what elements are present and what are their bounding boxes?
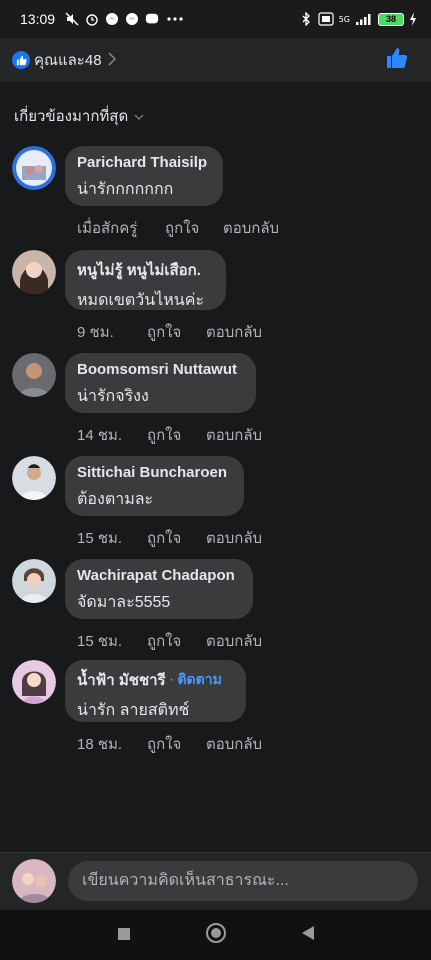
reply-action[interactable]: ตอบกลับ <box>206 629 262 653</box>
reply-action[interactable]: ตอบกลับ <box>206 732 262 756</box>
battery-indicator: 38 <box>378 12 404 26</box>
comment-text: น่ารักกกกกกก <box>77 181 174 198</box>
sort-label: เกี่ยวข้องมากที่สุด <box>14 108 129 125</box>
line-app-icon <box>145 12 159 26</box>
signal-icon <box>355 12 373 26</box>
reactions-header: คุณและ48 <box>0 38 431 82</box>
chevron-down-icon <box>134 108 144 125</box>
comment-text: ต้องตามละ <box>77 491 154 508</box>
home-button[interactable] <box>205 922 227 948</box>
comment-text: หมดเขตวันไหนค่ะ <box>77 292 205 309</box>
reply-action[interactable]: ตอบกลับ <box>206 423 262 447</box>
avatar[interactable] <box>12 859 56 903</box>
avatar[interactable] <box>12 660 56 704</box>
comment-bubble[interactable]: Parichard Thaisilp น่ารักกกกกกก <box>65 146 223 206</box>
reply-action[interactable]: ตอบกลับ <box>223 216 279 240</box>
comment-actions: เมื่อสักครู่ ถูกใจ ตอบกลับ <box>77 216 279 240</box>
like-badge-icon <box>12 51 30 69</box>
reply-action[interactable]: ตอบกลับ <box>206 320 262 344</box>
like-action[interactable]: ถูกใจ <box>165 216 223 240</box>
more-notifications-icon <box>165 12 185 26</box>
comment-actions: 15 ชม. ถูกใจ ตอบกลับ <box>77 526 262 550</box>
avatar[interactable] <box>12 353 56 397</box>
comment-bubble[interactable]: Wachirapat Chadapon จัดมาละ5555 <box>65 559 253 619</box>
comment-text: น่ารักจริงง <box>77 388 149 405</box>
bluetooth-icon <box>299 12 313 26</box>
comment-actions: 18 ชม. ถูกใจ ตอบกลับ <box>77 732 262 756</box>
mute-icon <box>65 12 79 26</box>
comment-bubble[interactable]: Boomsomsri Nuttawut น่ารักจริงง <box>65 353 256 413</box>
comment-actions: 14 ชม. ถูกใจ ตอบกลับ <box>77 423 262 447</box>
like-action[interactable]: ถูกใจ <box>147 320 206 344</box>
comment-input[interactable] <box>68 861 418 901</box>
comment-author[interactable]: Parichard Thaisilp <box>77 154 207 171</box>
back-button[interactable] <box>301 925 315 945</box>
follow-button[interactable]: ติดตาม <box>177 669 221 691</box>
comment-time: 9 ชม. <box>77 324 114 341</box>
comment-time: 14 ชม. <box>77 427 123 444</box>
messenger-icon-2 <box>125 12 139 26</box>
like-button[interactable] <box>385 46 409 74</box>
system-nav-bar <box>0 910 431 960</box>
comment-text: น่ารัก ลายสติทช์ <box>77 702 190 719</box>
network-type: 5G <box>338 14 350 24</box>
recent-apps-button[interactable] <box>117 926 131 945</box>
avatar[interactable] <box>12 559 56 603</box>
comment-bubble[interactable]: หนูไม่รู้ หนูไม่เสือก. หมดเขตวันไหนค่ะ <box>65 250 226 310</box>
avatar[interactable] <box>12 146 56 190</box>
reply-action[interactable]: ตอบกลับ <box>206 526 262 550</box>
comment-text: จัดมาละ5555 <box>77 594 171 611</box>
avatar[interactable] <box>12 250 56 294</box>
comment-time: 18 ชม. <box>77 736 123 753</box>
comment-author[interactable]: หนูไม่รู้ หนูไม่เสือก. <box>77 258 201 282</box>
status-time: 13:09 <box>20 11 56 27</box>
comment-time: 15 ชม. <box>77 530 123 547</box>
sort-dropdown[interactable]: เกี่ยวข้องมากที่สุด <box>14 104 144 128</box>
comment-time: 15 ชม. <box>77 633 123 650</box>
comment-author[interactable]: Sittichai Buncharoen <box>77 464 227 481</box>
comment-author[interactable]: Wachirapat Chadapon <box>77 567 235 584</box>
comment-author[interactable]: น้ำฟ้า มัชชารี <box>77 668 166 692</box>
comment-bubble[interactable]: น้ำฟ้า มัชชารี · ติดตาม น่ารัก ลายสติทช์ <box>65 660 246 722</box>
reaction-summary[interactable]: คุณและ48 <box>34 48 102 72</box>
like-action[interactable]: ถูกใจ <box>147 629 206 653</box>
alarm-icon <box>85 12 99 26</box>
status-bar: 13:09 5G 38 <box>0 0 431 38</box>
follow-separator: · <box>169 673 174 687</box>
comment-bubble[interactable]: Sittichai Buncharoen ต้องตามละ <box>65 456 244 516</box>
chevron-right-icon[interactable] <box>108 50 116 71</box>
comment-time: เมื่อสักครู่ <box>77 220 138 237</box>
like-action[interactable]: ถูกใจ <box>147 423 206 447</box>
like-action[interactable]: ถูกใจ <box>147 732 206 756</box>
charging-icon <box>409 12 417 26</box>
comment-actions: 15 ชม. ถูกใจ ตอบกลับ <box>77 629 262 653</box>
avatar[interactable] <box>12 456 56 500</box>
comment-composer <box>0 852 431 910</box>
comment-actions: 9 ชม. ถูกใจ ตอบกลับ <box>77 320 262 344</box>
comment-author[interactable]: Boomsomsri Nuttawut <box>77 361 237 378</box>
like-action[interactable]: ถูกใจ <box>147 526 206 550</box>
volte-icon <box>318 12 334 26</box>
messenger-icon <box>105 12 119 26</box>
